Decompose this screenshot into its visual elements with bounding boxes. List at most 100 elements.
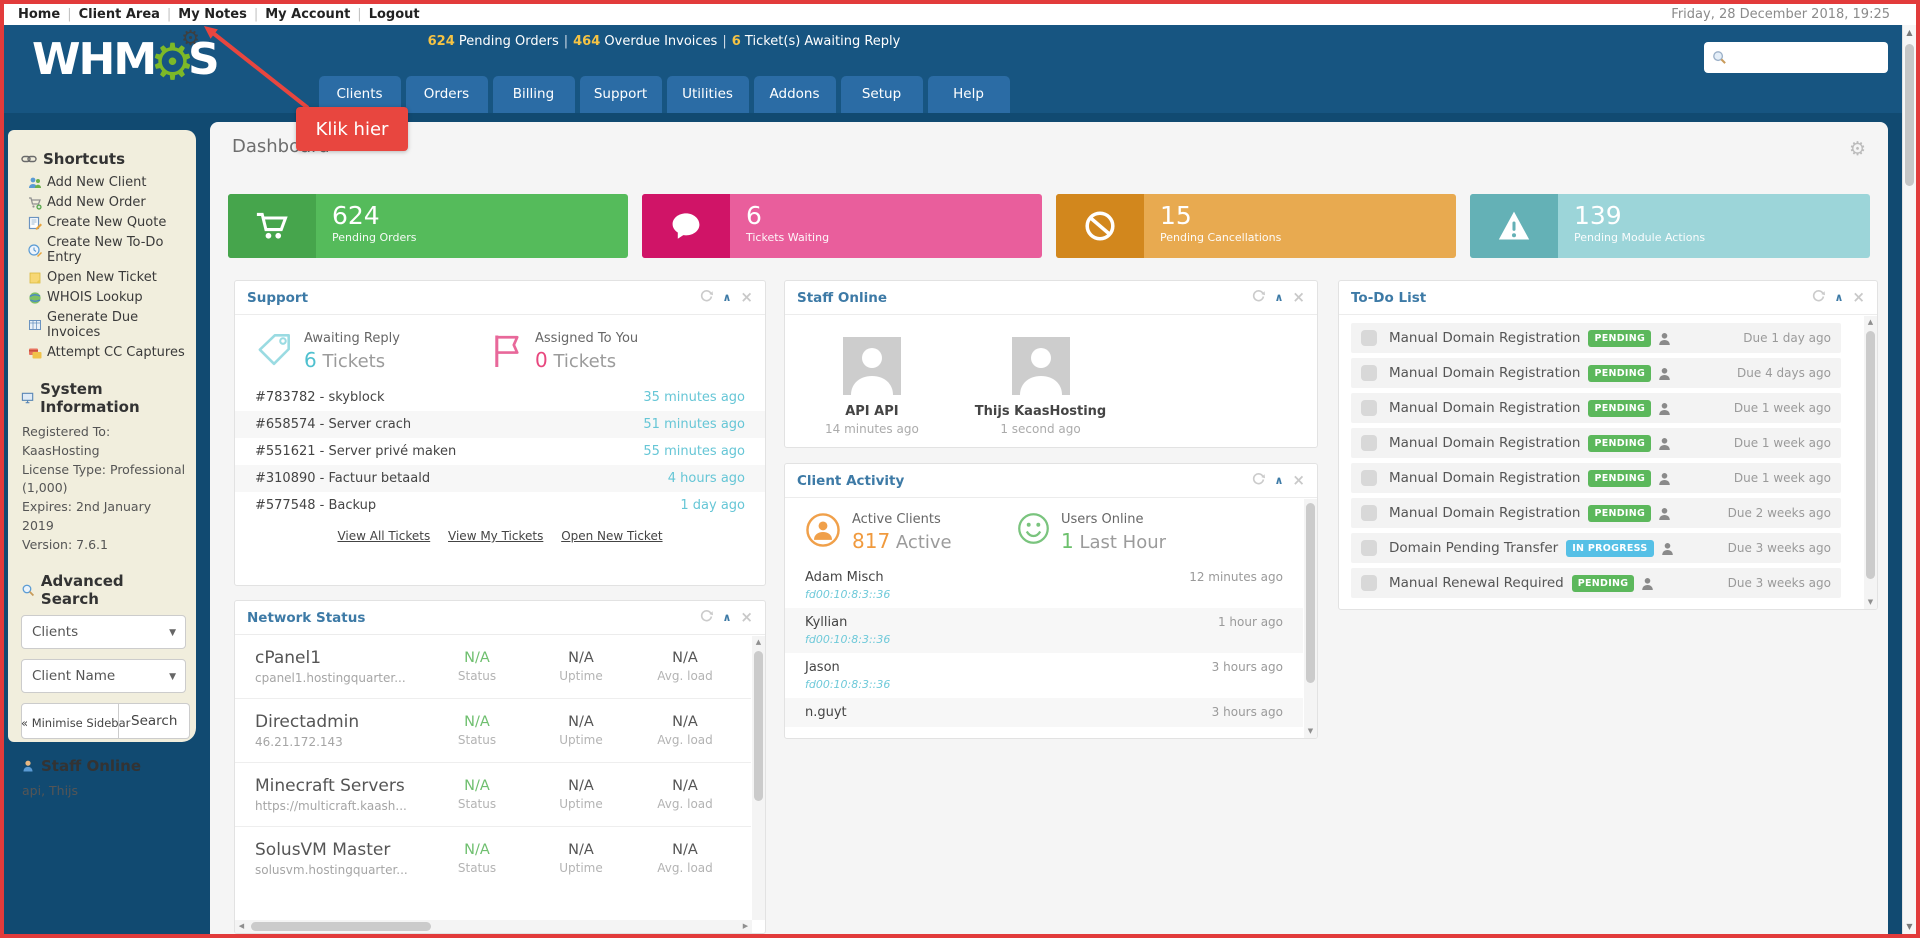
todo-checkbox[interactable] <box>1361 365 1377 381</box>
refresh-icon[interactable] <box>1812 290 1825 306</box>
collapse-icon[interactable]: ∧ <box>1274 292 1283 303</box>
scroll-right-icon[interactable]: ▶ <box>739 920 752 933</box>
advanced-search-category-select[interactable]: Clients▼ <box>21 615 186 649</box>
flag-icon <box>490 331 524 369</box>
header-search[interactable] <box>1704 42 1888 73</box>
collapse-icon[interactable]: ∧ <box>722 292 731 303</box>
server-name-link[interactable]: Minecraft Servershttps://multicraft.kaas… <box>255 776 425 813</box>
panel-horizontal-scrollbar[interactable]: ◀ ▶ <box>235 920 752 933</box>
sidebar-item-whois-lookup[interactable]: WHOIS Lookup <box>28 290 186 305</box>
todo-row[interactable]: Manual Domain Registration PENDING Due 1… <box>1351 428 1841 458</box>
tab-orders[interactable]: Orders <box>406 76 488 113</box>
todo-checkbox[interactable] <box>1361 435 1377 451</box>
close-icon[interactable]: × <box>1292 290 1305 305</box>
todo-row[interactable]: Manual Domain Registration PENDING Due 1… <box>1351 463 1841 493</box>
todo-row[interactable]: Manual Renewal Required PENDING Due 3 we… <box>1351 568 1841 598</box>
todo-row[interactable]: Manual Domain Registration PENDING Due 2… <box>1351 498 1841 528</box>
close-icon[interactable]: × <box>740 610 753 625</box>
todo-row[interactable]: Manual Domain Registration PENDING Due 4… <box>1351 358 1841 388</box>
scrollbar-thumb[interactable] <box>251 922 431 931</box>
refresh-icon[interactable] <box>1252 290 1265 306</box>
header-search-input[interactable] <box>1727 50 1880 65</box>
close-icon[interactable]: × <box>1852 290 1865 305</box>
todo-row[interactable]: Domain Pending Transfer IN PROGRESS Due … <box>1351 533 1841 563</box>
client-name-link[interactable]: n.guyt <box>805 705 1212 720</box>
sidebar-item-add-new-order[interactable]: Add New Order <box>28 195 186 210</box>
server-name-link[interactable]: SolusVM Mastersolusvm.hostingquarter... <box>255 840 425 877</box>
client-name-link[interactable]: Jasonfd00:10:8:3::36 <box>805 660 1212 691</box>
panel-vertical-scrollbar[interactable]: ▲ <box>752 636 765 920</box>
card-pending-orders[interactable]: 624Pending Orders <box>228 194 628 258</box>
client-name-link[interactable]: Kyllianfd00:10:8:3::36 <box>805 615 1218 646</box>
scrollbar-thumb[interactable] <box>1866 331 1875 579</box>
scrollbar-thumb[interactable] <box>754 651 763 801</box>
todo-checkbox[interactable] <box>1361 540 1377 556</box>
card-pending-module-actions[interactable]: 139Pending Module Actions <box>1470 194 1870 258</box>
scrollbar-thumb[interactable] <box>1306 503 1315 683</box>
server-name-link[interactable]: Directadmin46.21.172.143 <box>255 712 425 749</box>
server-name-link[interactable]: cPanel1cpanel1.hostingquarter... <box>255 648 425 685</box>
client-name-link[interactable]: Adam Mischfd00:10:8:3::36 <box>805 570 1189 601</box>
close-icon[interactable]: × <box>1292 473 1305 488</box>
collapse-icon[interactable]: ∧ <box>1274 475 1283 486</box>
topbar-link-logout[interactable]: Logout <box>365 7 424 22</box>
collapse-icon[interactable]: ∧ <box>1834 292 1843 303</box>
collapse-icon[interactable]: ∧ <box>722 612 731 623</box>
ticket-row[interactable]: #577548 - Backup1 day ago <box>235 492 765 519</box>
topbar-link-home[interactable]: Home <box>14 7 64 22</box>
stat-overdue-invoices[interactable]: 464 Overdue Invoices <box>573 34 717 49</box>
tab-setup[interactable]: Setup <box>841 76 923 113</box>
tab-help[interactable]: Help <box>928 76 1010 113</box>
panel-vertical-scrollbar[interactable]: ▲ ▼ <box>1864 316 1877 609</box>
scroll-up-icon[interactable]: ▲ <box>1903 25 1916 40</box>
sidebar-item-open-new-ticket[interactable]: Open New Ticket <box>28 270 186 285</box>
panel-vertical-scrollbar[interactable]: ▼ <box>1304 499 1317 738</box>
scroll-left-icon[interactable]: ◀ <box>235 920 248 933</box>
tab-billing[interactable]: Billing <box>493 76 575 113</box>
todo-checkbox[interactable] <box>1361 400 1377 416</box>
topbar-link-my-notes[interactable]: My Notes <box>174 7 251 22</box>
refresh-icon[interactable] <box>700 610 713 626</box>
refresh-icon[interactable] <box>1252 473 1265 489</box>
todo-checkbox[interactable] <box>1361 470 1377 486</box>
ticket-row[interactable]: #658574 - Server crach51 minutes ago <box>235 411 765 438</box>
refresh-icon[interactable] <box>700 290 713 306</box>
whmcs-logo[interactable]: WHM⚙⚙S <box>32 33 218 91</box>
scroll-up-icon[interactable]: ▲ <box>1864 316 1877 329</box>
view-my-tickets-link[interactable]: View My Tickets <box>448 529 543 543</box>
sidebar-item-create-new-quote[interactable]: Create New Quote <box>28 215 186 230</box>
card-pending-cancellations[interactable]: 15Pending Cancellations <box>1056 194 1456 258</box>
view-all-tickets-link[interactable]: View All Tickets <box>337 529 430 543</box>
stat-pending-orders[interactable]: 624 Pending Orders <box>428 34 559 49</box>
scroll-down-icon[interactable]: ▼ <box>1304 725 1317 738</box>
page-vertical-scrollbar[interactable]: ▲ ▼ <box>1902 25 1916 934</box>
ticket-row[interactable]: #310890 - Factuur betaald4 hours ago <box>235 465 765 492</box>
ticket-row[interactable]: #783782 - skyblock35 minutes ago <box>235 384 765 411</box>
sidebar-item-attempt-cc-captures[interactable]: Attempt CC Captures <box>28 345 186 360</box>
scroll-up-icon[interactable]: ▲ <box>752 636 765 649</box>
tab-support[interactable]: Support <box>580 76 662 113</box>
scroll-down-icon[interactable]: ▼ <box>1864 596 1877 609</box>
topbar-link-my-account[interactable]: My Account <box>261 7 354 22</box>
todo-checkbox[interactable] <box>1361 330 1377 346</box>
open-new-ticket-link[interactable]: Open New Ticket <box>561 529 662 543</box>
sidebar-item-create-todo-entry[interactable]: Create New To-Do Entry <box>28 235 186 265</box>
tab-utilities[interactable]: Utilities <box>667 76 749 113</box>
scroll-down-icon[interactable]: ▼ <box>1903 919 1916 934</box>
ticket-row[interactable]: #551621 - Server privé maken55 minutes a… <box>235 438 765 465</box>
dashboard-settings-gear-icon[interactable]: ⚙ <box>1849 138 1866 160</box>
minimise-sidebar[interactable]: « Minimise Sidebar <box>21 716 130 730</box>
sidebar-item-add-new-client[interactable]: Add New Client <box>28 175 186 190</box>
card-tickets-waiting[interactable]: 6Tickets Waiting <box>642 194 1042 258</box>
advanced-search-field-select[interactable]: Client Name▼ <box>21 659 186 693</box>
close-icon[interactable]: × <box>740 290 753 305</box>
todo-checkbox[interactable] <box>1361 505 1377 521</box>
todo-row[interactable]: Manual Domain Registration PENDING Due 1… <box>1351 323 1841 353</box>
stat-tickets-awaiting[interactable]: 6 Ticket(s) Awaiting Reply <box>732 34 901 49</box>
topbar-link-client-area[interactable]: Client Area <box>75 7 164 22</box>
sidebar-item-generate-due-invoices[interactable]: Generate Due Invoices <box>28 310 186 340</box>
todo-row[interactable]: Manual Domain Registration PENDING Due 1… <box>1351 393 1841 423</box>
todo-checkbox[interactable] <box>1361 575 1377 591</box>
scrollbar-thumb[interactable] <box>1905 44 1914 186</box>
tab-addons[interactable]: Addons <box>754 76 836 113</box>
